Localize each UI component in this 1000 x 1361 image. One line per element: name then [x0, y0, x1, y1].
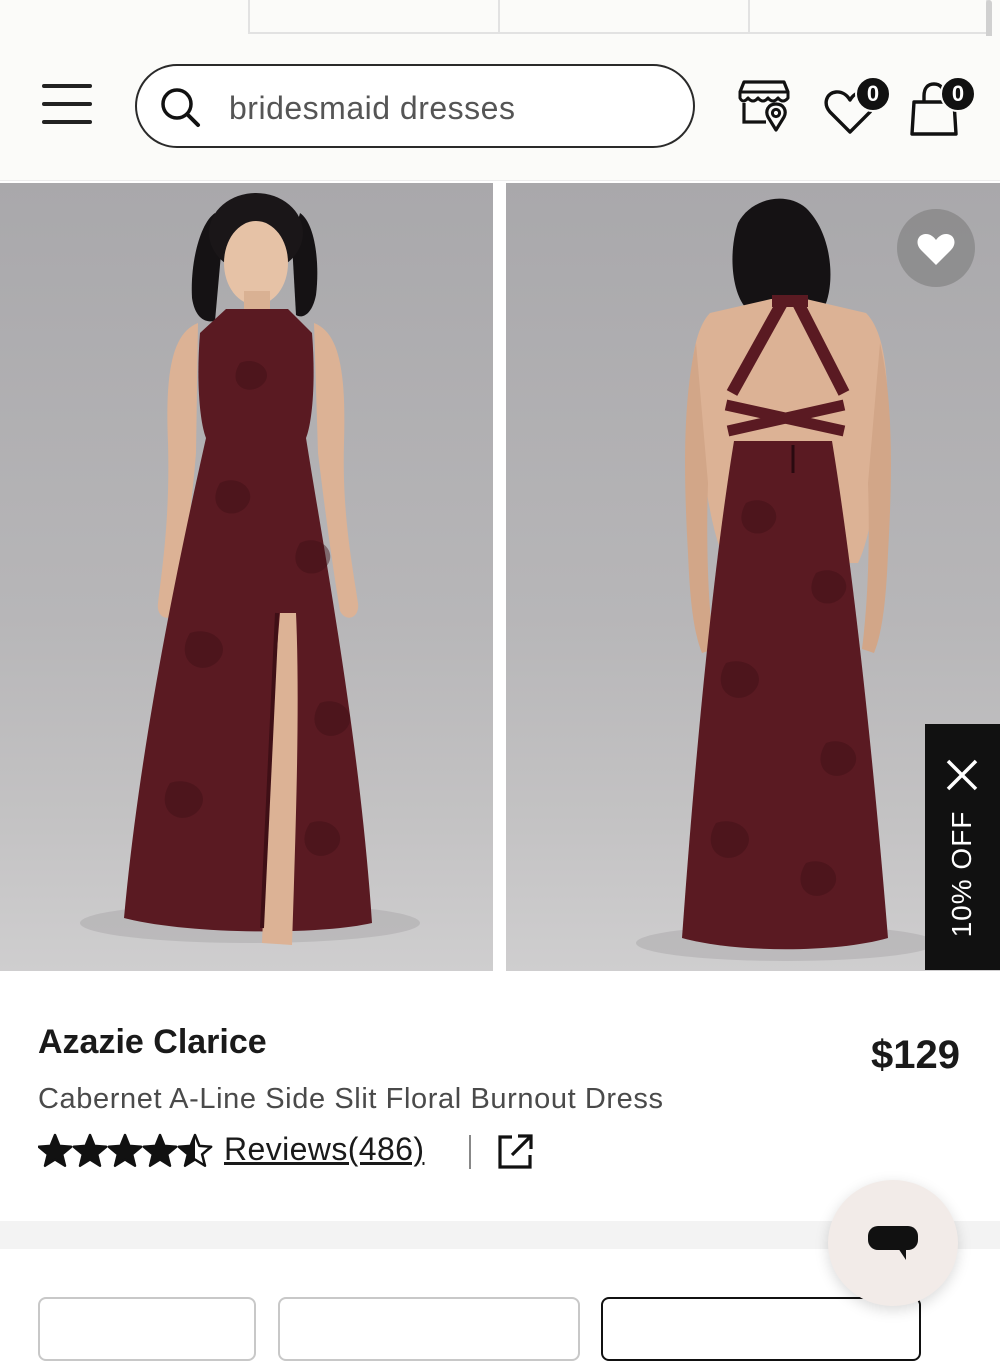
- search-icon: [161, 88, 200, 127]
- star-full-icon: [107, 1133, 143, 1167]
- chat-bubble-icon: [868, 1226, 918, 1260]
- tab-placeholder[interactable]: [748, 0, 988, 34]
- product-description: Cabernet A-Line Side Slit Floral Burnout…: [38, 1083, 664, 1115]
- option-button-selected[interactable]: [601, 1297, 921, 1361]
- divider: [469, 1135, 471, 1169]
- close-icon[interactable]: [945, 758, 979, 792]
- cart-button[interactable]: 0: [904, 76, 976, 140]
- cart-count-badge: 0: [940, 76, 976, 112]
- top-tab-strip: [0, 0, 1000, 40]
- reviews-link[interactable]: Reviews(486): [224, 1131, 424, 1168]
- chat-button[interactable]: [828, 1180, 958, 1306]
- product-name: Azazie Clarice: [38, 1023, 267, 1061]
- star-full-icon: [38, 1133, 73, 1167]
- search-input[interactable]: [227, 84, 671, 132]
- product-price: $129: [871, 1033, 960, 1077]
- product-photo-front[interactable]: [0, 183, 493, 971]
- add-to-favorites-button[interactable]: [897, 209, 975, 287]
- promo-label: 10% OFF: [946, 810, 977, 938]
- menu-icon: [42, 102, 92, 106]
- site-header: 0 0: [0, 36, 1000, 181]
- discount-promo-tab[interactable]: 10% OFF: [925, 724, 1000, 970]
- option-button[interactable]: [38, 1297, 256, 1361]
- menu-button[interactable]: [40, 84, 94, 130]
- menu-icon: [42, 120, 92, 124]
- search-bar[interactable]: [135, 64, 695, 148]
- product-image-gallery[interactable]: 10% OFF: [0, 183, 1000, 971]
- tab-placeholder[interactable]: [498, 0, 750, 34]
- heart-icon: [917, 233, 955, 265]
- store-locator-icon[interactable]: [736, 76, 792, 132]
- option-button[interactable]: [278, 1297, 580, 1361]
- rating-stars: [38, 1133, 213, 1167]
- external-link-icon[interactable]: [496, 1133, 534, 1171]
- scrollbar[interactable]: [986, 0, 992, 40]
- product-info: Azazie Clarice $129 Cabernet A-Line Side…: [0, 971, 1000, 1221]
- front-view-image: [80, 193, 420, 945]
- favorites-count-badge: 0: [855, 76, 891, 112]
- menu-icon: [42, 84, 92, 88]
- star-full-icon: [142, 1133, 178, 1167]
- star-full-icon: [72, 1133, 108, 1167]
- favorites-button[interactable]: 0: [818, 76, 891, 140]
- tab-placeholder[interactable]: [248, 0, 500, 34]
